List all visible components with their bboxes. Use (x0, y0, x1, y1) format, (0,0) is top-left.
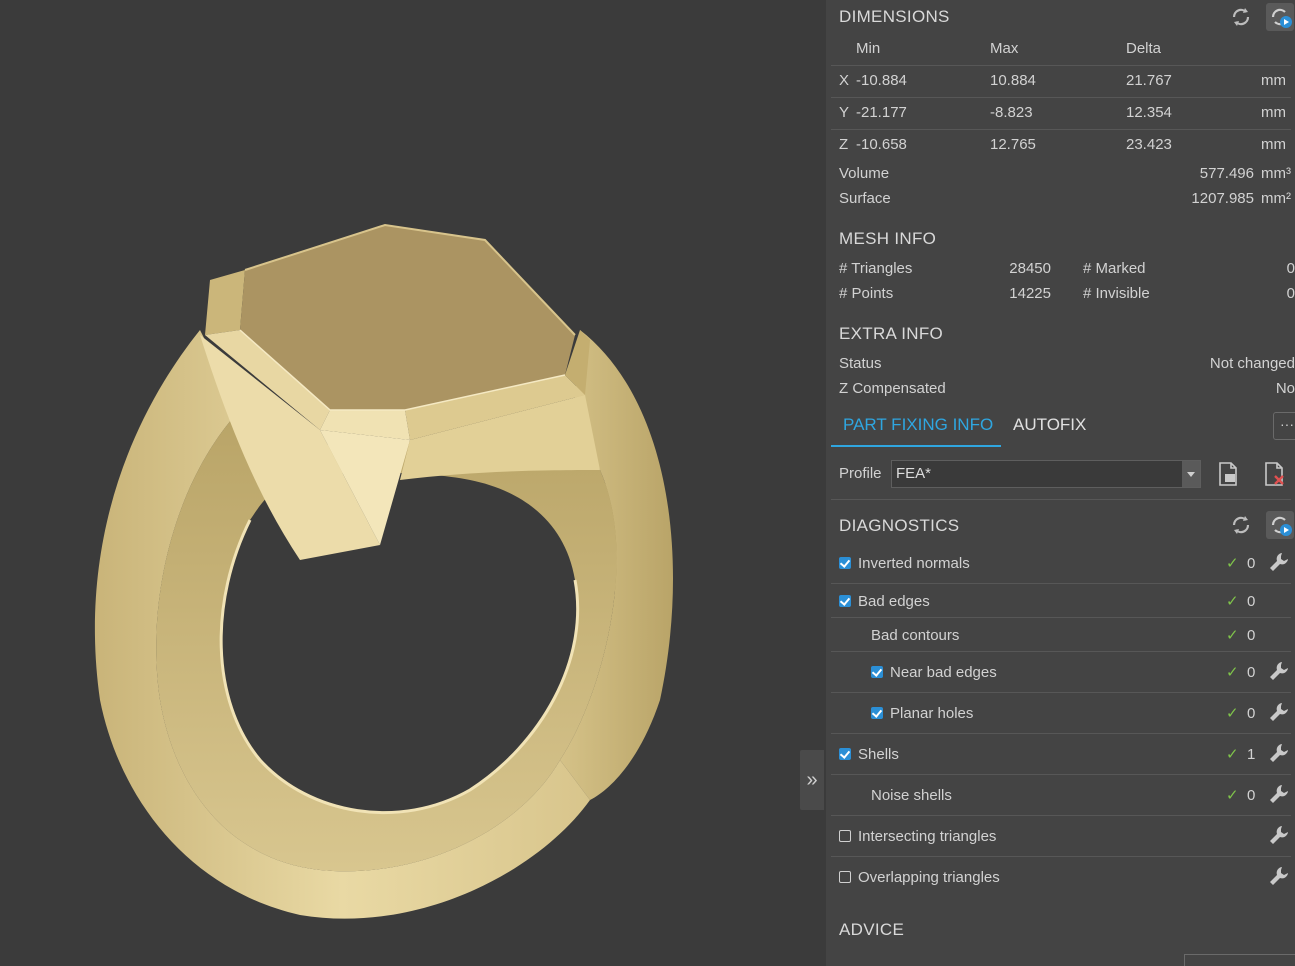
dim-z-unit: mm (1261, 136, 1286, 153)
dim-y-max: -8.823 (990, 104, 1033, 121)
bad-edges-checkbox[interactable] (839, 595, 851, 607)
profile-select[interactable]: FEA* (891, 460, 1201, 488)
ring-model[interactable] (0, 0, 798, 966)
ok-check-icon: ✓ (1226, 664, 1239, 681)
ok-check-icon: ✓ (1226, 746, 1239, 763)
noise-shells-count: 0 (1247, 787, 1256, 804)
3d-viewport[interactable] (0, 0, 798, 966)
volume-unit: mm³ (1261, 165, 1291, 182)
triangles-label: # Triangles (839, 260, 913, 277)
ok-check-icon: ✓ (1226, 705, 1239, 722)
axis-label-x: X (839, 72, 850, 89)
intersecting-triangles-label: Intersecting triangles (858, 828, 997, 845)
advice-dropdown[interactable] (1184, 954, 1295, 966)
tab-part-fixing-info[interactable]: PART FIXING INFO (843, 415, 993, 435)
wrench-icon[interactable] (1267, 741, 1291, 765)
col-header-delta: Delta (1126, 40, 1162, 57)
refresh-icon[interactable] (1227, 3, 1255, 31)
wrench-icon[interactable] (1267, 823, 1291, 847)
wrench-icon[interactable] (1267, 659, 1291, 683)
status-value: Not changed (1209, 355, 1295, 372)
mesh-info-title: MESH INFO (839, 229, 937, 248)
dim-y-delta: 12.354 (1126, 104, 1172, 121)
near-bad-edges-checkbox[interactable] (871, 666, 883, 678)
col-header-max: Max (990, 40, 1019, 57)
wrench-icon[interactable] (1267, 782, 1291, 806)
more-options-button[interactable]: ··· (1273, 412, 1295, 440)
ok-check-icon: ✓ (1226, 787, 1239, 804)
axis-label-z: Z (839, 136, 849, 153)
planar-holes-count: 0 (1247, 705, 1256, 722)
inverted-normals-count: 0 (1247, 555, 1256, 572)
shells-count: 1 (1247, 746, 1256, 763)
shells-label: Shells (858, 746, 899, 763)
surface-label: Surface (839, 190, 891, 207)
col-header-min: Min (856, 40, 881, 57)
dim-x-delta: 21.767 (1126, 72, 1172, 89)
axis-label-y: Y (839, 104, 850, 121)
z-compensated-label: Z Compensated (839, 380, 946, 397)
profile-value: FEA* (896, 465, 932, 482)
status-label: Status (839, 355, 882, 372)
extra-info-title: EXTRA INFO (839, 324, 944, 343)
properties-panel: DIMENSIONS Min Max Delta X -10.884 10.88… (826, 0, 1295, 966)
diagnostics-title: DIAGNOSTICS (839, 516, 960, 535)
advice-title: ADVICE (839, 920, 905, 939)
bad-edges-count: 0 (1247, 593, 1256, 610)
dim-z-min: -10.658 (856, 136, 907, 153)
intersecting-triangles-checkbox[interactable] (839, 830, 851, 842)
planar-holes-checkbox[interactable] (871, 707, 883, 719)
z-compensated-value: No (1275, 380, 1295, 397)
dim-x-min: -10.884 (856, 72, 907, 89)
dim-y-min: -21.177 (856, 104, 907, 121)
delete-report-icon[interactable] (1260, 460, 1288, 488)
overlapping-triangles-label: Overlapping triangles (858, 869, 1000, 886)
auto-update-icon[interactable] (1266, 3, 1294, 31)
planar-holes-label: Planar holes (890, 705, 974, 722)
inverted-normals-checkbox[interactable] (839, 557, 851, 569)
dimensions-title: DIMENSIONS (839, 7, 950, 26)
ok-check-icon: ✓ (1226, 555, 1239, 572)
triangles-value: 28450 (1009, 260, 1051, 277)
profile-label: Profile (839, 465, 882, 482)
shells-checkbox[interactable] (839, 748, 851, 760)
points-label: # Points (839, 285, 894, 302)
volume-value: 577.496 (1199, 165, 1254, 182)
surface-value: 1207.985 (1191, 190, 1254, 207)
overlapping-triangles-checkbox[interactable] (839, 871, 851, 883)
auto-update-icon[interactable] (1266, 511, 1294, 539)
near-bad-edges-count: 0 (1247, 664, 1256, 681)
dim-z-max: 12.765 (990, 136, 1036, 153)
export-report-icon[interactable] (1214, 460, 1242, 488)
noise-shells-label: Noise shells (871, 787, 952, 804)
inverted-normals-label: Inverted normals (858, 555, 970, 572)
points-value: 14225 (1009, 285, 1051, 302)
wrench-icon[interactable] (1267, 700, 1291, 724)
invisible-value: 0 (1286, 285, 1295, 302)
tab-autofix[interactable]: AUTOFIX (1013, 415, 1086, 435)
marked-label: # Marked (1083, 260, 1146, 277)
chevron-down-icon[interactable] (1182, 461, 1200, 487)
volume-label: Volume (839, 165, 890, 182)
bad-edges-label: Bad edges (858, 593, 930, 610)
refresh-icon[interactable] (1227, 511, 1255, 539)
dim-y-unit: mm (1261, 104, 1286, 121)
wrench-icon[interactable] (1267, 864, 1291, 888)
marked-value: 0 (1286, 260, 1295, 277)
active-tab-indicator (831, 445, 1001, 447)
wrench-icon[interactable] (1267, 550, 1291, 574)
invisible-label: # Invisible (1083, 285, 1150, 302)
ok-check-icon: ✓ (1226, 593, 1239, 610)
dim-z-delta: 23.423 (1126, 136, 1172, 153)
surface-unit: mm² (1261, 190, 1291, 207)
ok-check-icon: ✓ (1226, 627, 1239, 644)
near-bad-edges-label: Near bad edges (890, 664, 997, 681)
dim-x-unit: mm (1261, 72, 1286, 89)
dim-x-max: 10.884 (990, 72, 1036, 89)
bad-contours-count: 0 (1247, 627, 1256, 644)
collapse-panel-button[interactable]: » (800, 750, 824, 810)
bad-contours-label: Bad contours (871, 627, 960, 644)
